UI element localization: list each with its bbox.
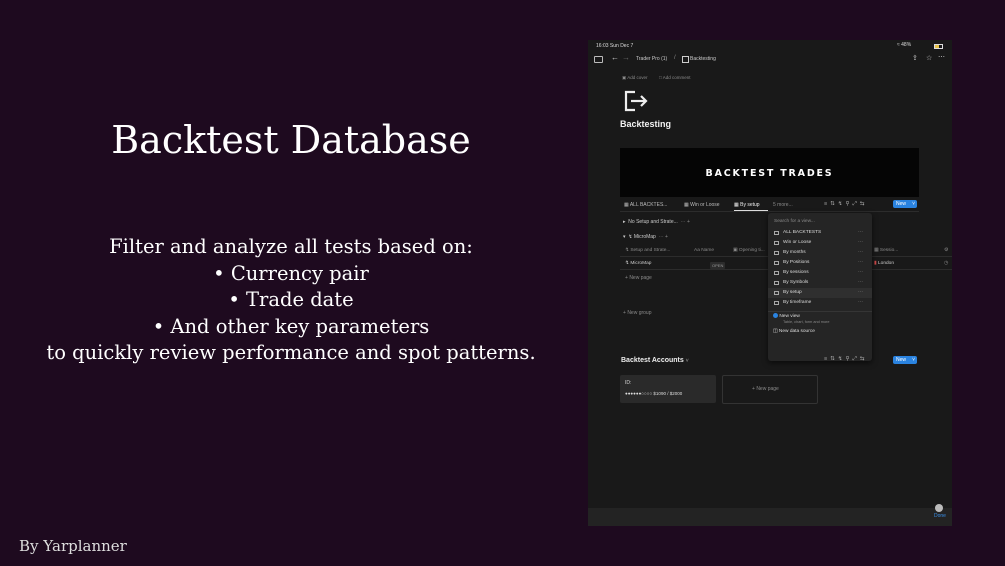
table-icon [774, 301, 779, 305]
view-menu-item[interactable]: By sessions ⋯ [768, 268, 872, 278]
tab-more-views[interactable]: 5 more... [773, 202, 793, 208]
table-icon [774, 291, 779, 295]
column-opening-time[interactable]: ▣ Opening ti... [733, 248, 765, 253]
status-icons: ≈ 48% [897, 42, 911, 48]
tab-by-setup[interactable]: ▦ By setup [734, 202, 760, 208]
sort-icon[interactable]: ⇅ [830, 201, 838, 207]
new-entry-button[interactable]: New ˅ [893, 200, 917, 208]
author-credit: By Yarplanner [19, 537, 127, 555]
column-name[interactable]: Aa Name [694, 248, 714, 253]
tablet-screenshot: 16:03 Sun Dec 7 ≈ 48% ← → Trader Pro (1)… [588, 40, 952, 526]
table-icon [774, 231, 779, 235]
add-comment-button[interactable]: □ Add comment [659, 75, 691, 80]
more-options-icon[interactable]: ⋯ [938, 53, 945, 61]
share-icon[interactable]: ⇪ [912, 54, 918, 62]
slide-description: Filter and analyze all tests based on: •… [0, 234, 582, 367]
account-card-progress: ●●●●●●○○○○ $1090 / $2000 [625, 391, 683, 396]
tab-win-or-loose[interactable]: ▦ Win or Loose [684, 202, 720, 208]
row-status-badge[interactable]: OPEN [710, 262, 726, 269]
page-link-icon [682, 56, 689, 63]
keyboard-accessory-bar: Done [588, 508, 952, 526]
settings-icon[interactable]: ⇆ [860, 201, 868, 207]
forward-arrow-icon[interactable]: → [622, 53, 630, 62]
sort-icon[interactable]: ⇅ [830, 356, 838, 362]
plus-circle-icon [773, 313, 778, 318]
breadcrumb-separator: / [674, 55, 676, 61]
table-icon [774, 241, 779, 245]
view-menu-item[interactable]: By Positions ⋯ [768, 258, 872, 268]
banner-image: BACKTEST TRADES [620, 148, 919, 197]
new-view-subtitle: Table, chart, form and more [783, 320, 830, 324]
accounts-toolbar-icons: ≡⇅↯⚲⤢⇆ [824, 356, 867, 363]
view-menu-item[interactable]: Win or Loose ⋯ [768, 238, 872, 248]
slide-title: Backtest Database [111, 118, 471, 162]
view-picker-menu: Search for a view... ALL BACKTESTS ⋯ Win … [768, 213, 872, 361]
table-icon [774, 251, 779, 255]
row-session-cell[interactable]: ▮ London [874, 261, 894, 266]
new-page-row[interactable]: + New page [625, 275, 652, 281]
row-setup-cell[interactable]: ↯ MicroMap [625, 261, 651, 266]
account-card[interactable]: ID: ●●●●●●○○○○ $1090 / $2000 [620, 375, 716, 403]
battery-percent: 48% [901, 42, 912, 48]
body-line: • Trade date [228, 288, 354, 311]
breadcrumb-page[interactable]: Backtesting [690, 56, 716, 62]
view-search-input[interactable]: Search for a view... [774, 219, 815, 224]
table-icon [774, 281, 779, 285]
table-icon [774, 261, 779, 265]
banner-text: BACKTEST TRADES [705, 168, 834, 179]
body-line: • And other key parameters [152, 314, 430, 338]
group-micromap[interactable]: ▾ ↯ MicroMap ⋯ + [623, 234, 668, 240]
account-card-id: ID: [625, 380, 632, 386]
view-menu-item[interactable]: By Symbols ⋯ [768, 278, 872, 288]
view-menu-item[interactable]: By timeframe ⋯ [768, 298, 872, 308]
scroll-indicator-icon [935, 504, 943, 512]
breadcrumb-workspace[interactable]: Trader Pro (1) [636, 56, 667, 62]
group-no-setup[interactable]: ▸ No Setup and Strate... ⋯ + [623, 219, 690, 225]
accounts-title[interactable]: Backtest Accounts ˅ [621, 357, 689, 364]
battery-icon [934, 44, 943, 49]
expand-icon[interactable]: ⤢ [852, 356, 859, 362]
column-session[interactable]: ▦ Sessio... [874, 248, 898, 253]
wifi-icon: ≈ [897, 42, 900, 48]
accounts-new-page-card[interactable]: + New page [722, 375, 818, 404]
page-exit-icon [624, 90, 648, 112]
table-icon [774, 271, 779, 275]
body-line: Filter and analyze all tests based on: [109, 235, 473, 258]
view-menu-item[interactable]: ALL BACKTESTS ⋯ [768, 228, 872, 238]
popup-divider [768, 311, 872, 312]
star-icon[interactable]: ☆ [926, 54, 932, 62]
accounts-new-button[interactable]: New ˅ [893, 356, 917, 364]
column-setup[interactable]: ↯ Setup and Strate... [625, 248, 670, 253]
add-cover-button[interactable]: ▣ Add cover [622, 75, 648, 81]
database-toolbar-icons: ≡⇅↯⚲⤢⇆ [824, 201, 867, 208]
accounts-new-page-label: + New page [752, 386, 779, 392]
view-menu-item-selected[interactable]: By setup ⋯ [768, 288, 872, 298]
back-arrow-icon[interactable]: ← [611, 53, 619, 62]
view-menu-item[interactable]: By months ⋯ [768, 248, 872, 258]
page-title: Backtesting [620, 119, 672, 129]
sidebar-toggle-icon[interactable] [594, 56, 603, 63]
tab-all-backtests[interactable]: ▦ ALL BACKTES... [624, 202, 667, 208]
done-button[interactable]: Done [934, 513, 946, 519]
tabs-divider [620, 211, 919, 212]
expand-icon[interactable]: ⤢ [852, 201, 859, 207]
body-line: • Currency pair [213, 261, 369, 285]
add-property-icon[interactable]: ⚙ [944, 247, 948, 253]
database-icon: ◫ [773, 329, 778, 334]
settings-icon[interactable]: ⇆ [860, 356, 868, 362]
status-time: 16:03 Sun Dec 7 [596, 43, 634, 49]
body-line: to quickly review performance and spot p… [46, 341, 536, 364]
row-clock-icon: ◷ [944, 260, 949, 266]
new-view-button[interactable]: New view [773, 313, 800, 319]
new-group-button[interactable]: + New group [623, 310, 652, 316]
new-data-source-button[interactable]: ◫ New data source [773, 329, 815, 334]
